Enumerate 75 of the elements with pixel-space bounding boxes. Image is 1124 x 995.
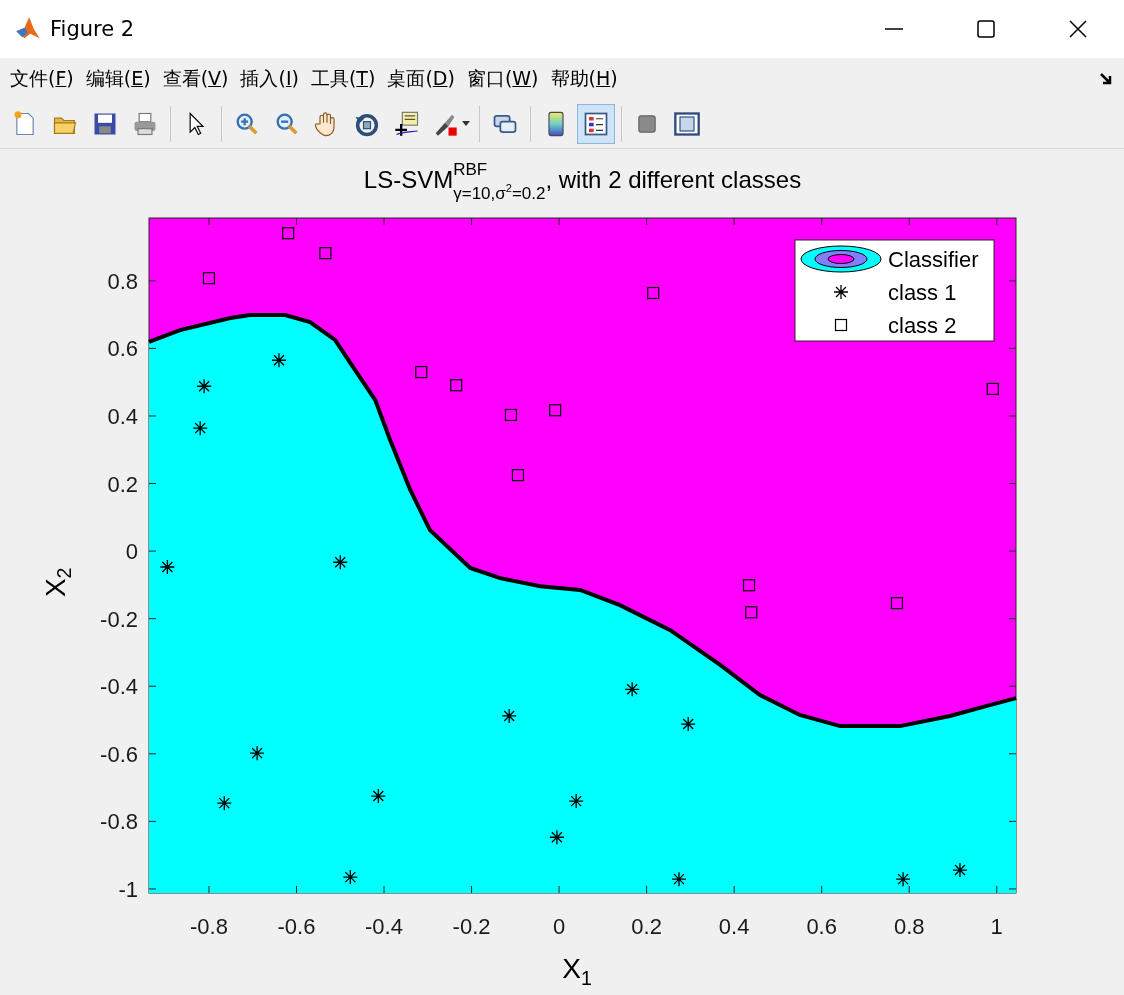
x-tick-label: 0.6	[806, 914, 837, 939]
window-title: Figure 2	[50, 17, 136, 41]
y-tick-label: 0.2	[107, 471, 138, 497]
menu-item[interactable]: 插入(I)	[234, 62, 305, 96]
square-marker	[504, 408, 518, 422]
square-marker	[319, 247, 332, 260]
caret-icon	[462, 121, 470, 127]
star-marker	[624, 681, 640, 697]
legend-label: class 1	[888, 280, 957, 305]
x-tick-label: -0.8	[190, 914, 228, 939]
star-marker	[332, 554, 348, 570]
square-marker	[986, 382, 999, 396]
star-marker	[342, 869, 358, 885]
square-marker	[282, 227, 295, 240]
menu-item[interactable]: 编辑(E)	[79, 62, 157, 96]
star-marker	[216, 795, 232, 811]
show-tools-icon	[673, 110, 701, 138]
menu-item[interactable]: 文件(F)	[4, 62, 80, 96]
menu-item[interactable]: 桌面(D)	[381, 62, 461, 96]
x-tick-label: 0.8	[893, 914, 925, 939]
y-tick-label: -0.4	[100, 674, 138, 700]
legend-label: class 2	[888, 313, 957, 338]
y-tick-label: 0.4	[107, 403, 138, 429]
star-marker	[249, 745, 265, 761]
star-marker	[680, 716, 696, 732]
legend-tool-button[interactable]	[577, 104, 615, 144]
star-marker	[196, 378, 212, 394]
dock-arrow-icon[interactable]	[1098, 71, 1114, 87]
y-tick-label: 0.8	[107, 268, 138, 294]
x-tick-label: -0.2	[452, 914, 491, 939]
x-tick-label: 0.2	[631, 914, 662, 939]
square-marker	[742, 579, 756, 592]
x-axis-label: X$_{1}$	[562, 955, 592, 991]
square-marker	[415, 365, 428, 379]
menu-item[interactable]: 工具(T)	[304, 62, 382, 96]
star-marker	[271, 352, 287, 368]
x-tick-label: 1	[990, 914, 1003, 939]
legend-label: Classifier	[888, 247, 979, 272]
square-marker	[890, 597, 904, 610]
square-marker	[549, 404, 562, 417]
star-marker	[568, 793, 584, 809]
x-tick-label: -0.6	[277, 914, 316, 939]
square-marker	[450, 379, 463, 392]
star-marker	[895, 871, 911, 887]
maximize-icon	[975, 18, 997, 40]
y-tick-label: 0.6	[107, 336, 138, 362]
star-marker	[192, 420, 208, 436]
classifier-legend-icon	[800, 245, 882, 273]
square-legend-icon	[834, 318, 848, 332]
legend-icon	[582, 110, 610, 138]
star-marker	[671, 871, 687, 887]
data-cursor-icon	[393, 110, 421, 138]
star-marker	[549, 829, 565, 845]
square-marker	[745, 606, 758, 619]
y-tick-label: -1	[118, 876, 138, 902]
star-legend-icon	[833, 284, 849, 300]
x-tick-label: 0.4	[718, 914, 750, 939]
y-tick-label: -0.8	[100, 809, 138, 835]
star-marker	[501, 708, 517, 724]
y-tick-label: -0.2	[100, 606, 138, 632]
menu-item[interactable]: 帮助(H)	[544, 62, 624, 96]
square-marker	[647, 286, 660, 300]
y-tick-label: 0	[125, 539, 138, 565]
star-marker	[159, 559, 176, 575]
x-tick-label: -0.4	[365, 914, 403, 939]
square-marker	[202, 272, 216, 285]
x-tick-label: 0	[552, 914, 566, 939]
menu-item[interactable]: 窗口(W)	[460, 62, 545, 96]
square-marker	[511, 469, 525, 482]
star-marker	[370, 788, 386, 804]
menu-item[interactable]: 查看(V)	[156, 62, 235, 96]
minimize-icon	[883, 28, 905, 30]
y-tick-label: -0.6	[100, 741, 138, 767]
close-icon	[1067, 18, 1089, 40]
star-marker	[952, 862, 968, 878]
